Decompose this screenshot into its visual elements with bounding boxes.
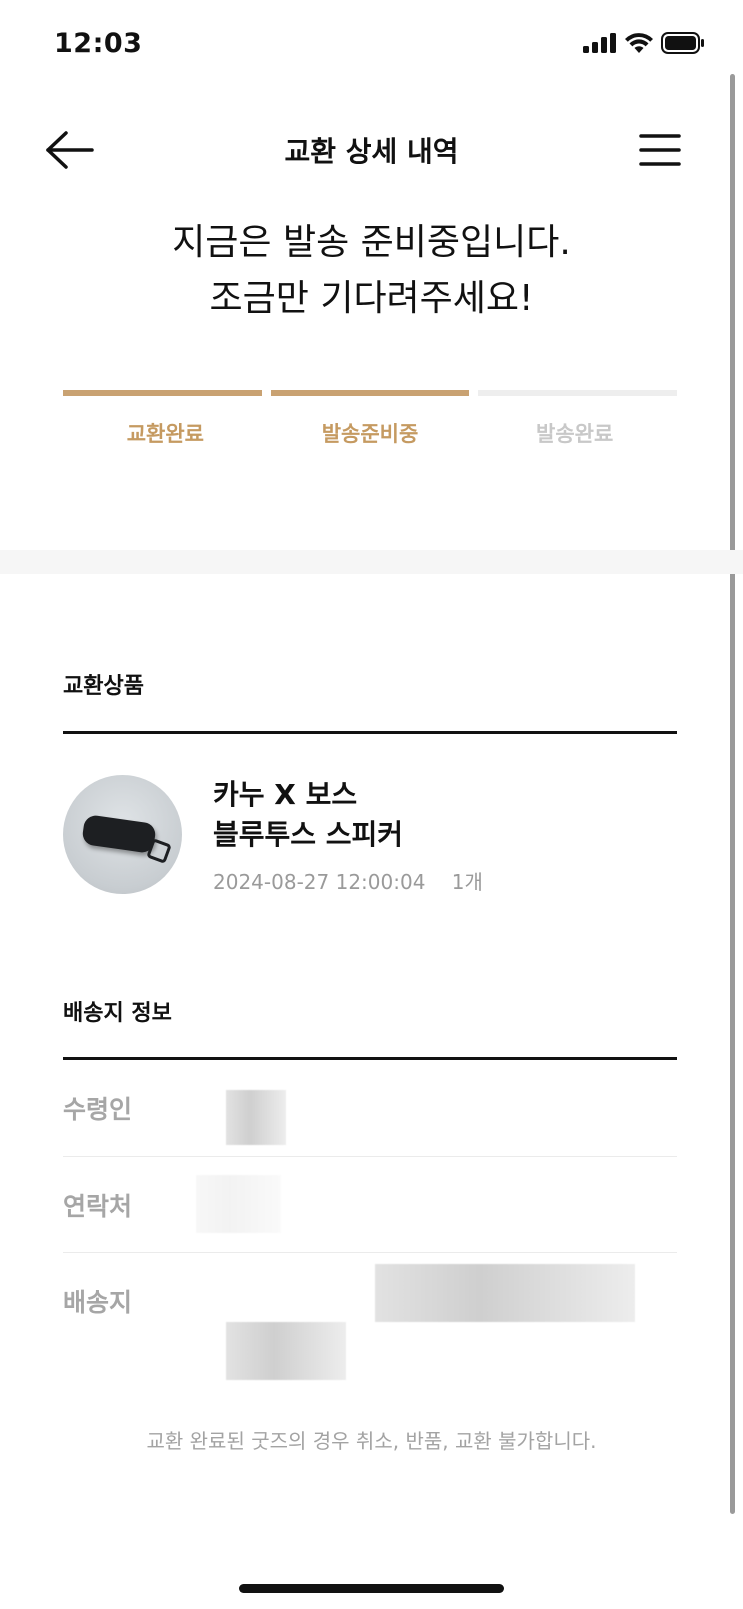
progress-segment-1: [63, 390, 262, 396]
step-shipped: 발송완료: [536, 422, 614, 446]
address-label: 배송지: [63, 1288, 133, 1317]
product-quantity: 1개: [451, 870, 483, 894]
product-date: 2024-08-27 12:00:04: [213, 870, 426, 894]
address-value-redacted: [375, 1264, 635, 1322]
menu-button[interactable]: [637, 128, 683, 172]
contact-label: 연락처: [63, 1192, 133, 1221]
step-exchange-complete: 교환완료: [126, 422, 204, 446]
shipping-section-title: 배송지 정보: [63, 1001, 172, 1026]
product-name-line-1: 카누 X 보스: [213, 778, 358, 811]
wifi-icon: [625, 32, 653, 53]
product-meta: 2024-08-27 12:00:04 1개: [213, 866, 503, 895]
status-bar: 12:03: [0, 0, 743, 90]
headline-line-1: 지금은 발송 준비중입니다.: [172, 222, 571, 263]
address-detail-redacted: [226, 1322, 346, 1380]
status-icons: [583, 32, 705, 54]
recipient-row: 수령인: [63, 1060, 677, 1156]
home-indicator: [239, 1584, 504, 1593]
product-name-line-2: 블루투스 스피커: [213, 818, 404, 851]
progress-segment-2: [270, 390, 470, 396]
contact-row: 연락처: [63, 1157, 677, 1253]
hamburger-menu-icon: [639, 134, 681, 166]
headline-line-2: 조금만 기다려주세요!: [209, 278, 534, 319]
section-divider: [0, 550, 743, 574]
product-section-rule: [63, 731, 677, 734]
exchange-notice: 교환 완료된 굿즈의 경우 취소, 반품, 교환 불가합니다.: [146, 1429, 597, 1453]
nav-bar: 교환 상세 내역: [0, 110, 743, 190]
recipient-label: 수령인: [63, 1095, 133, 1124]
cellular-signal-icon: [583, 33, 616, 53]
page-title: 교환 상세 내역: [284, 135, 459, 168]
product-name: 카누 X 보스 블루투스 스피커: [213, 775, 403, 855]
step-preparing-shipment: 발송준비중: [321, 422, 419, 446]
progress-segment-3: [478, 390, 678, 396]
contact-value-redacted: [196, 1175, 281, 1233]
progress-steps: 교환완료 발송준비중 발송완료: [63, 418, 677, 448]
status-headline: 지금은 발송 준비중입니다. 조금만 기다려주세요!: [0, 215, 743, 327]
progress-bar: [63, 390, 678, 398]
product-section-title: 교환상품: [63, 674, 144, 699]
status-time: 12:03: [54, 28, 143, 59]
speaker-image: [81, 814, 157, 854]
product-card[interactable]: 카누 X 보스 블루투스 스피커 2024-08-27 12:00:04 1개: [63, 775, 677, 905]
recipient-value-redacted: [226, 1090, 286, 1145]
product-thumbnail: [63, 775, 182, 894]
battery-icon: [661, 32, 704, 54]
